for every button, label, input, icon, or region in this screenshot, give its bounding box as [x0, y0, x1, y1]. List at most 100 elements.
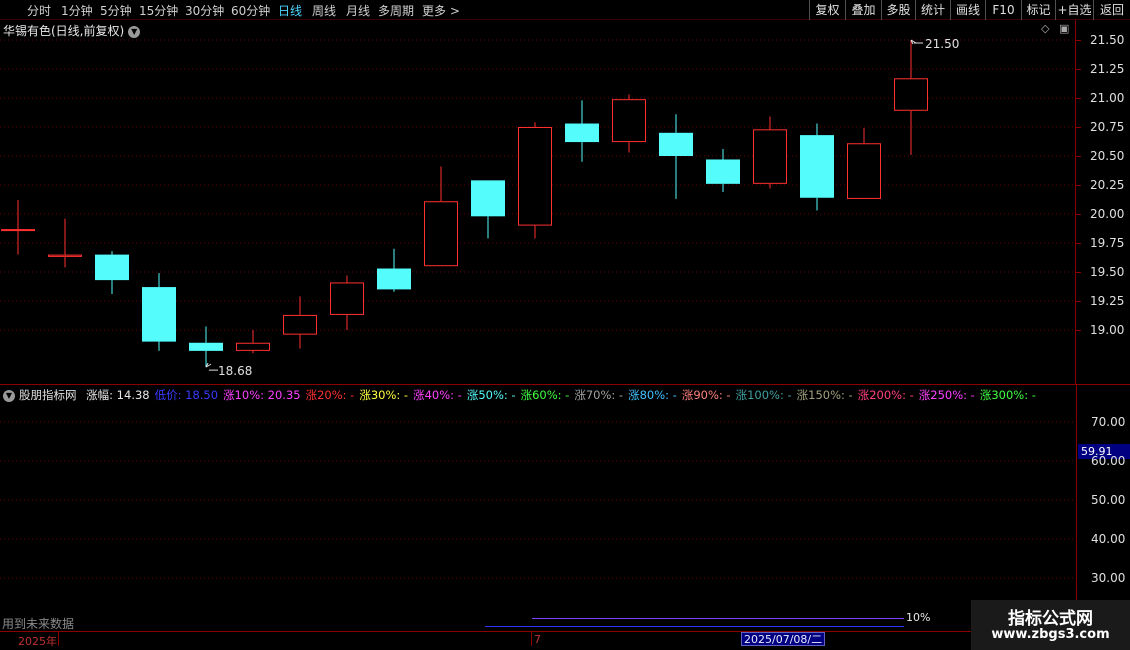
indicator-value-5: 涨40%: -	[413, 388, 462, 402]
candle-body[interactable]	[424, 201, 458, 267]
period-tab-9[interactable]: 多周期	[378, 2, 414, 19]
candle-body[interactable]	[95, 254, 129, 281]
cursor-date-label: 2025/07/08/二	[741, 632, 826, 646]
panel-toggle-icon[interactable]: ▣	[1059, 22, 1069, 35]
price-axis: 21.50 21.25 21.00 20.75 20.50 20.25 20.00 19.75…	[1076, 20, 1130, 384]
period-tab-1[interactable]: 1分钟	[61, 2, 93, 19]
level-percent-label: 10%	[906, 611, 931, 624]
period-tab-2[interactable]: 5分钟	[100, 2, 132, 19]
price-tick-label: 20.00	[1090, 207, 1125, 221]
toolbar-action-5[interactable]: F10	[985, 0, 1021, 20]
toolbar-action-7[interactable]: +自选	[1055, 0, 1093, 20]
price-tick-mark	[1076, 98, 1081, 99]
candle-body[interactable]	[142, 287, 176, 342]
candle-body[interactable]	[659, 132, 693, 157]
indicator-chart[interactable]	[0, 402, 1076, 631]
period-tab-10[interactable]: 更多 >	[422, 2, 460, 19]
indicator-value-7: 涨60%: -	[520, 388, 570, 402]
candle-body[interactable]	[800, 135, 834, 198]
price-tick-label: 19.00	[1090, 323, 1125, 337]
indicator-value-0: 涨幅: 14.38	[86, 388, 150, 402]
price-tick-label: 19.75	[1090, 236, 1125, 250]
candle-body[interactable]	[894, 78, 928, 111]
indicator-value-4: 涨30%: -	[359, 388, 409, 402]
indicator-header: ▼ 股朋指标网 涨幅: 14.38 低价: 18.50 涨10%: 20.35 涨20%…	[3, 387, 1041, 403]
indicator-value-11: 涨100%: -	[735, 388, 792, 402]
period-tab-6[interactable]: 日线	[278, 2, 302, 19]
period-tab-4[interactable]: 30分钟	[185, 2, 224, 19]
price-tick-label: 20.75	[1090, 120, 1125, 134]
low-price-label: 18.68	[218, 364, 252, 378]
low-marker-arrow	[205, 362, 212, 368]
price-tick-mark	[1076, 301, 1081, 302]
indicator-value-1: 低价: 18.50	[154, 388, 219, 402]
toolbar-action-4[interactable]: 画线	[950, 0, 985, 20]
period-tab-7[interactable]: 周线	[312, 2, 336, 19]
price-tick-label: 19.25	[1090, 294, 1125, 308]
period-tab-0[interactable]: 分时	[27, 2, 51, 19]
indicator-value-9: 涨80%: -	[628, 388, 677, 402]
time-axis[interactable]: 2025年 7 2025/07/08/二	[0, 631, 1130, 650]
candle-body[interactable]	[236, 342, 270, 351]
price-tick-mark	[1076, 272, 1081, 273]
chart-corner-icons: ◇ ▣	[1041, 22, 1069, 35]
future-data-note: 用到未来数据	[2, 617, 75, 631]
price-tick-label: 21.00	[1090, 91, 1125, 105]
candlestick-chart[interactable]: 21.50 18.68	[0, 20, 1076, 384]
candle-body[interactable]	[377, 268, 411, 290]
price-tick-mark	[1076, 330, 1081, 331]
candle-body[interactable]	[471, 180, 505, 217]
price-tick-mark	[1076, 127, 1081, 128]
indicator-value-10: 涨90%: -	[681, 388, 731, 402]
period-toolbar: 分时 1分钟 5分钟 15分钟 30分钟 60分钟 日线 周线 月线 多周期 更多 > 复权 叠加 多股统…	[0, 0, 1130, 20]
level-line-blue	[485, 626, 904, 627]
indicator-tick-label: 40.00	[1091, 532, 1126, 546]
period-tab-8[interactable]: 月线	[346, 2, 370, 19]
candle-body[interactable]	[330, 282, 364, 315]
price-tick-label: 19.50	[1090, 265, 1125, 279]
watermark-title: 指标公式网	[1008, 609, 1093, 629]
indicator-name[interactable]: 股朋指标网	[19, 388, 77, 402]
title-dropdown-icon[interactable]: ▼	[128, 25, 141, 38]
candle-body[interactable]	[518, 127, 552, 226]
indicator-value-2: 涨10%: 20.35	[223, 388, 301, 402]
indicator-value-12: 涨150%: -	[796, 388, 853, 402]
price-tick-mark	[1076, 69, 1081, 70]
period-tab-3[interactable]: 15分钟	[139, 2, 178, 19]
candle-body[interactable]	[283, 314, 317, 335]
indicator-value-6: 涨50%: -	[466, 388, 516, 402]
indicator-value-8: 涨70%: -	[574, 388, 624, 402]
toolbar-action-3[interactable]: 统计	[915, 0, 950, 20]
indicator-tick-label: 30.00	[1091, 571, 1126, 585]
toolbar-action-6[interactable]: 标记	[1021, 0, 1055, 20]
year-divider	[58, 632, 59, 646]
level-line-purple	[532, 618, 904, 619]
indicator-tick-label: 70.00	[1091, 415, 1126, 429]
price-tick-mark	[1076, 156, 1081, 157]
candle-body[interactable]	[189, 342, 223, 351]
price-tick-label: 20.25	[1090, 178, 1125, 192]
toolbar-action-0[interactable]: 复权	[809, 0, 845, 20]
indicator-value-14: 涨250%: -	[918, 388, 975, 402]
diamond-icon[interactable]: ◇	[1041, 22, 1049, 35]
candle-body[interactable]	[48, 254, 82, 257]
toolbar-action-8[interactable]: 返回	[1093, 0, 1130, 20]
toolbar-action-1[interactable]: 叠加	[845, 0, 881, 20]
candle-body[interactable]	[706, 159, 740, 184]
price-tick-mark	[1076, 243, 1081, 244]
candle-body[interactable]	[612, 99, 646, 143]
price-tick-mark	[1076, 40, 1081, 41]
month-divider	[531, 632, 532, 646]
indicator-dropdown-icon[interactable]: ▼	[3, 389, 15, 402]
candle-body[interactable]	[847, 143, 881, 199]
candle-body[interactable]	[1, 229, 35, 232]
candle-body[interactable]	[753, 129, 787, 184]
price-tick-label: 21.50	[1090, 33, 1125, 47]
candle-body[interactable]	[565, 123, 599, 143]
high-price-label: 21.50	[925, 37, 959, 51]
indicator-value-13: 涨200%: -	[857, 388, 914, 402]
toolbar-action-2[interactable]: 多股	[881, 0, 915, 20]
panel-separator[interactable]	[0, 384, 1130, 385]
period-tab-5[interactable]: 60分钟	[231, 2, 270, 19]
site-watermark: 指标公式网 www.zbgs3.com	[971, 600, 1130, 650]
